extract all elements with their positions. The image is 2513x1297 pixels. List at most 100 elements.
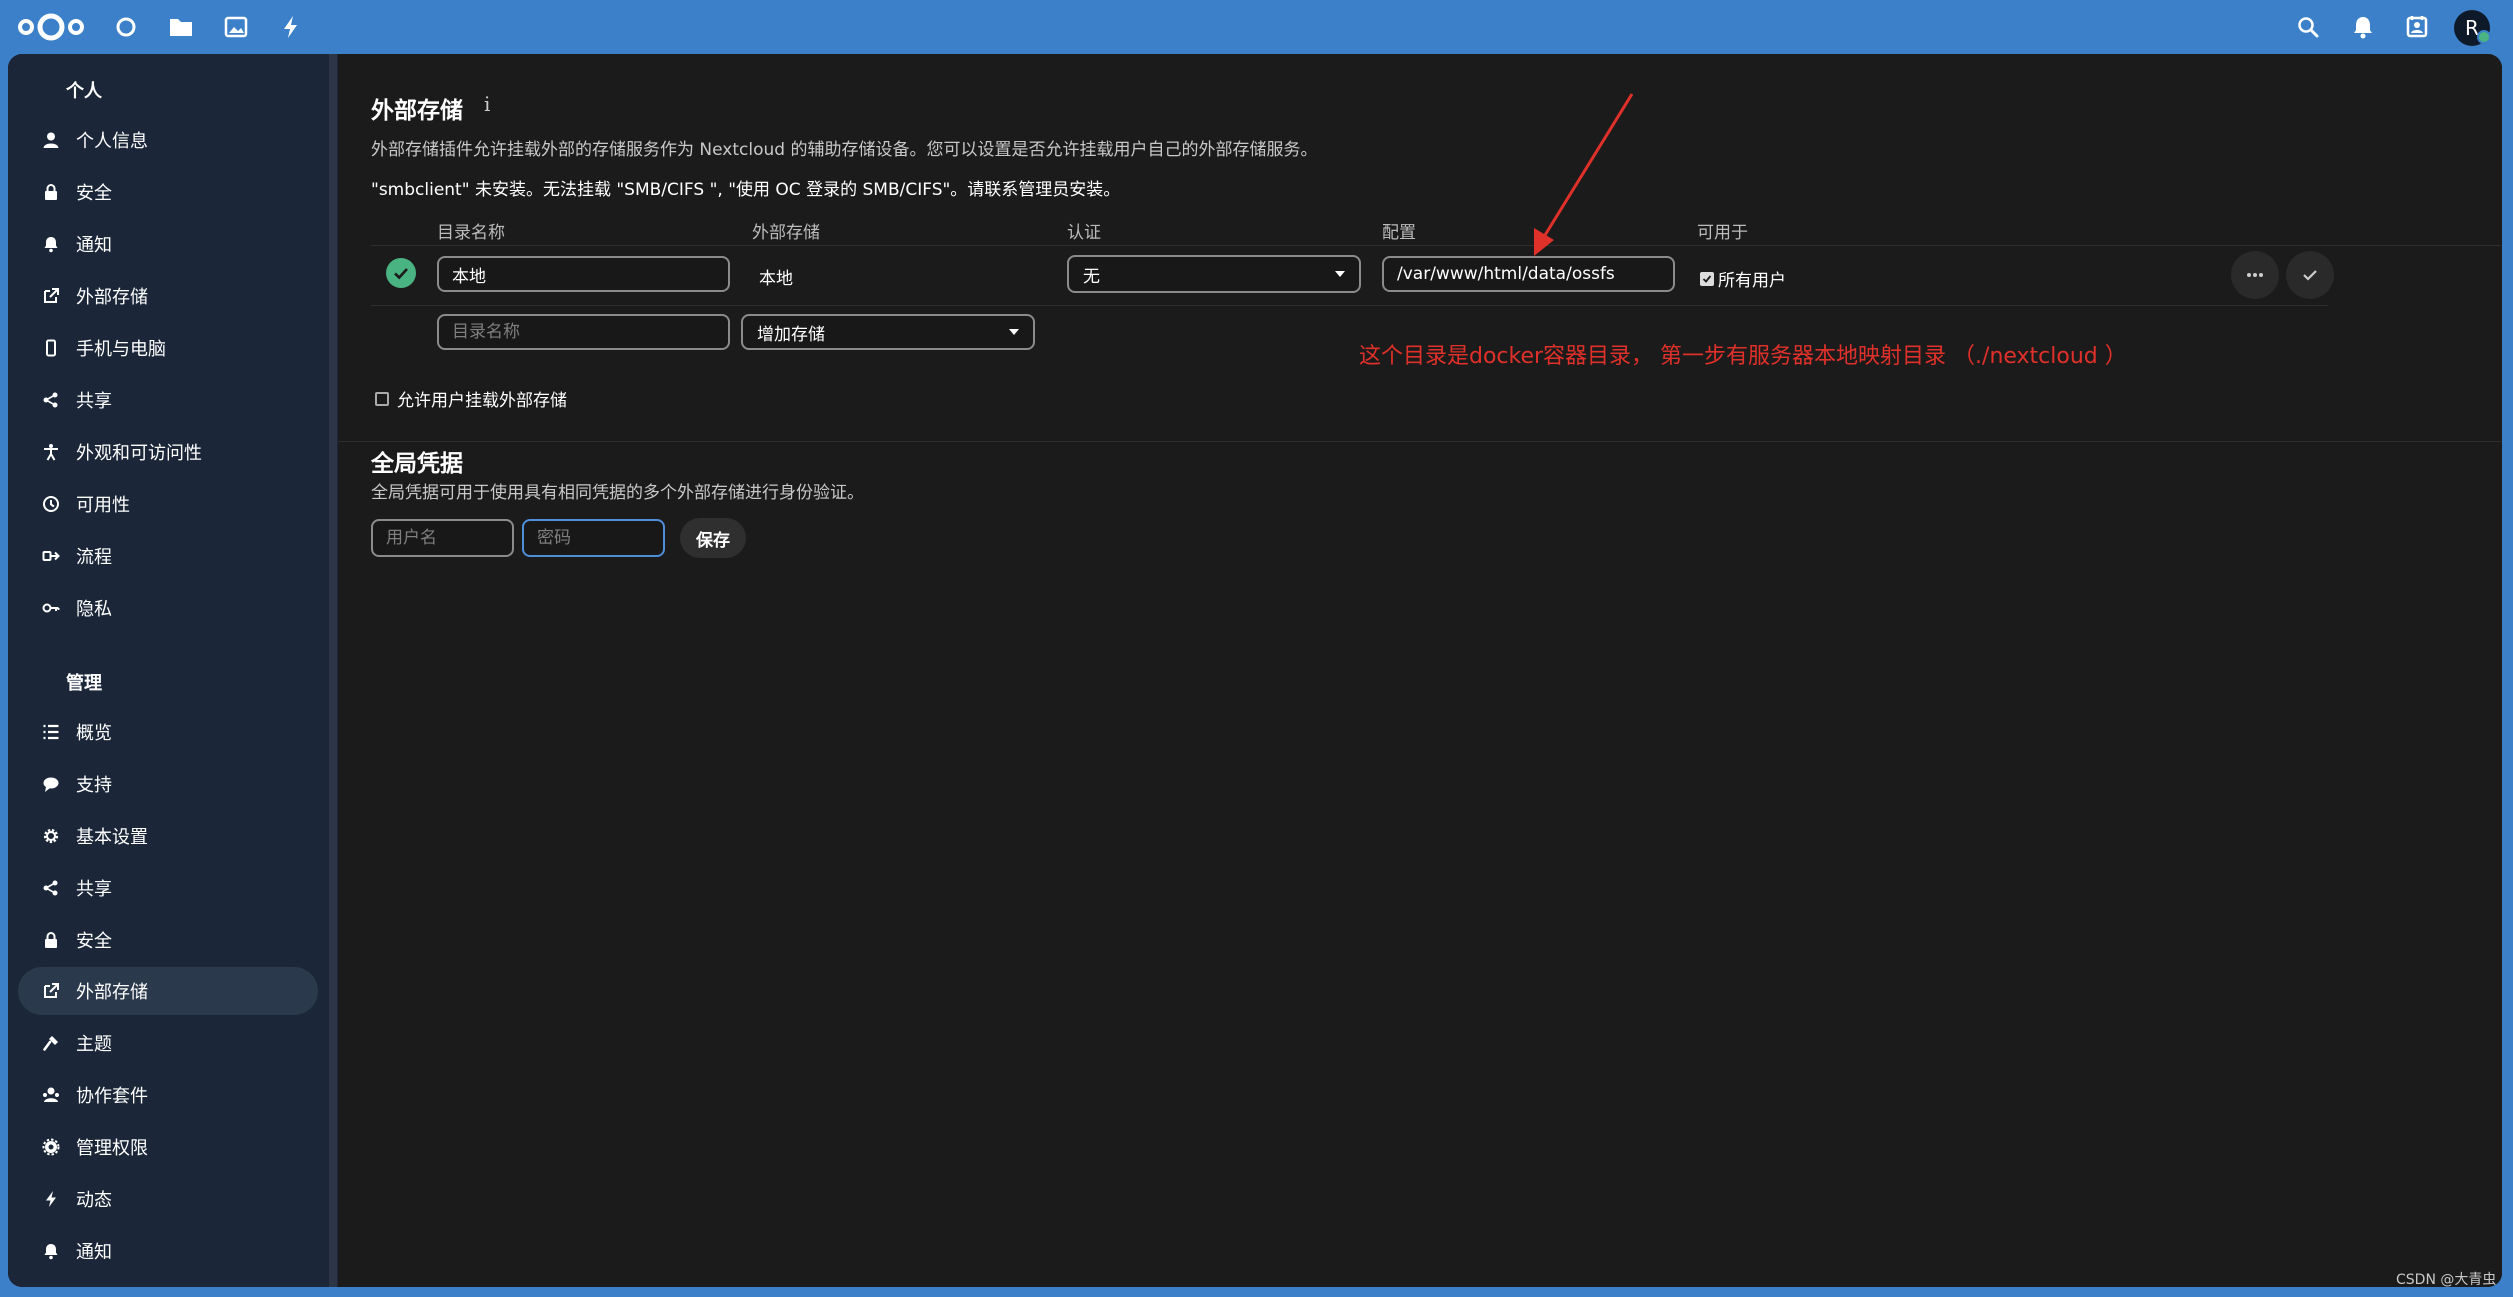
username-input[interactable]: [371, 519, 514, 557]
sidebar-item-personal-info[interactable]: 个人信息: [18, 116, 318, 164]
lock-icon: [40, 929, 62, 951]
accessibility-icon: [40, 441, 62, 463]
save-credentials-button[interactable]: 保存: [680, 518, 746, 558]
sidebar-item-label: 基本设置: [76, 827, 148, 848]
external-storage-description: 外部存储插件允许挂载外部的存储服务作为 Nextcloud 的辅助存储设备。您可…: [371, 140, 1318, 160]
brush-icon: [40, 1032, 62, 1054]
share-icon: [40, 389, 62, 411]
sidebar-item-support[interactable]: 支持: [18, 760, 318, 808]
sidebar-item-label: 安全: [76, 183, 112, 204]
sidebar-item-availability[interactable]: 可用性: [18, 480, 318, 528]
available-for-all-users[interactable]: 所有用户: [1700, 266, 1786, 291]
bell-icon: [40, 233, 62, 255]
watermark: CSDN @大青虫: [2396, 1272, 2497, 1288]
sidebar-item-theming[interactable]: 主题: [18, 1019, 318, 1067]
available-for-label: 所有用户: [1718, 271, 1786, 291]
sidebar-item-label: 主题: [76, 1034, 112, 1055]
notifications-bell-icon[interactable]: [2349, 13, 2377, 41]
dashboard-icon[interactable]: [113, 14, 139, 40]
sidebar-item-label: 通知: [76, 235, 112, 256]
sidebar-item-label: 个人信息: [76, 131, 148, 152]
sidebar-item-security[interactable]: 安全: [18, 168, 318, 216]
sidebar-item-label: 手机与电脑: [76, 339, 166, 360]
phone-icon: [40, 337, 62, 359]
sidebar-item-sharing-personal[interactable]: 共享: [18, 376, 318, 424]
info-icon[interactable]: i: [484, 92, 490, 116]
sidebar-item-label: 外部存储: [76, 287, 148, 308]
activity-icon[interactable]: [278, 14, 304, 40]
sidebar-item-office-suite[interactable]: 协作套件: [18, 1071, 318, 1119]
sidebar-scrollbar[interactable]: [329, 54, 337, 1287]
sidebar-item-label: 协作套件: [76, 1086, 148, 1107]
sidebar-item-label: 外观和可访问性: [76, 443, 202, 464]
bell-icon: [40, 1240, 62, 1262]
sidebar-item-flow[interactable]: 流程: [18, 532, 318, 580]
checkbox-unchecked-icon[interactable]: [375, 391, 389, 406]
app-content-frame: 个人 个人信息 安全 通知 外部存储 手机与电脑 共享 外观和可访问性 可用性 …: [8, 54, 2502, 1287]
sidebar-item-external-storage-admin[interactable]: 外部存储: [18, 967, 318, 1015]
sidebar-item-activity[interactable]: 动态: [18, 1175, 318, 1223]
sidebar-item-label: 安全: [76, 931, 112, 952]
column-header-folder: 目录名称: [437, 223, 505, 243]
sidebar-item-admin-privileges[interactable]: 管理权限: [18, 1123, 318, 1171]
sidebar-item-mobile-desktop[interactable]: 手机与电脑: [18, 324, 318, 372]
new-folder-name-input[interactable]: [437, 314, 730, 350]
sidebar-item-label: 外部存储: [76, 982, 148, 1003]
folder-name-input[interactable]: [437, 256, 730, 292]
sidebar-item-notifications[interactable]: 通知: [18, 220, 318, 268]
annotation-arrow: [1534, 93, 1634, 256]
sidebar-item-notifications-admin[interactable]: 通知: [18, 1227, 318, 1275]
allow-user-mount-checkbox[interactable]: 允许用户挂载外部存储: [375, 386, 567, 411]
key-icon: [40, 597, 62, 619]
sidebar-item-label: 共享: [76, 391, 112, 412]
config-datadir-input[interactable]: [1382, 256, 1675, 292]
gear-icon: [40, 825, 62, 847]
backend-label: 本地: [759, 269, 793, 289]
status-ok-icon: [386, 258, 416, 288]
more-actions-button[interactable]: [2231, 251, 2279, 299]
sidebar-item-security-admin[interactable]: 安全: [18, 916, 318, 964]
nextcloud-logo[interactable]: [16, 11, 86, 43]
table-divider: [371, 305, 2328, 306]
checkmark-icon: [2303, 270, 2317, 281]
list-icon: [40, 721, 62, 743]
sidebar-item-label: 概览: [76, 723, 112, 744]
ellipsis-icon: [2247, 273, 2263, 277]
sidebar-item-accessibility[interactable]: 外观和可访问性: [18, 428, 318, 476]
files-icon[interactable]: [168, 14, 194, 40]
column-header-backend: 外部存储: [752, 223, 820, 243]
allow-user-mount-label: 允许用户挂载外部存储: [397, 391, 567, 411]
chevron-down-icon: [1009, 329, 1019, 335]
sidebar-item-external-storage-personal[interactable]: 外部存储: [18, 272, 318, 320]
main-content: 外部存储 i 外部存储插件允许挂载外部的存储服务作为 Nextcloud 的辅助…: [338, 54, 2502, 1287]
sidebar-item-label: 流程: [76, 547, 112, 568]
column-header-auth: 认证: [1067, 223, 1101, 243]
contacts-icon[interactable]: [2403, 13, 2431, 41]
sidebar-item-label: 动态: [76, 1190, 112, 1211]
office-icon: [40, 1084, 62, 1106]
smbclient-warning: "smbclient" 未安装。无法挂载 "SMB/CIFS ", "使用 OC…: [371, 180, 1121, 200]
search-icon[interactable]: [2294, 13, 2322, 41]
password-input[interactable]: [522, 519, 665, 557]
annotation-text: 这个目录是docker容器目录， 第一步有服务器本地映射目录 （./nextcl…: [1359, 344, 2127, 369]
sidebar-heading-admin: 管理: [66, 673, 102, 694]
global-credentials-title: 全局凭据: [371, 451, 463, 477]
sidebar-item-label: 支持: [76, 775, 112, 796]
sidebar-item-basic-settings[interactable]: 基本设置: [18, 812, 318, 860]
sidebar-item-label: 管理权限: [76, 1138, 148, 1159]
top-bar: R: [0, 0, 2513, 54]
lightning-icon: [40, 1188, 62, 1210]
settings-sidebar: 个人 个人信息 安全 通知 外部存储 手机与电脑 共享 外观和可访问性 可用性 …: [8, 54, 338, 1287]
auth-select[interactable]: 无: [1067, 255, 1361, 293]
checkbox-checked-icon[interactable]: [1700, 271, 1714, 286]
photos-icon[interactable]: [223, 14, 249, 40]
user-avatar[interactable]: R: [2454, 10, 2491, 46]
add-storage-select[interactable]: 增加存储: [741, 314, 1035, 350]
chevron-down-icon: [1335, 271, 1345, 277]
sidebar-item-overview[interactable]: 概览: [18, 708, 318, 756]
save-mount-button[interactable]: [2286, 251, 2334, 299]
column-header-available-for: 可用于: [1697, 223, 1748, 243]
sidebar-item-privacy[interactable]: 隐私: [18, 584, 318, 632]
sidebar-item-sharing-admin[interactable]: 共享: [18, 864, 318, 912]
share-icon: [40, 877, 62, 899]
